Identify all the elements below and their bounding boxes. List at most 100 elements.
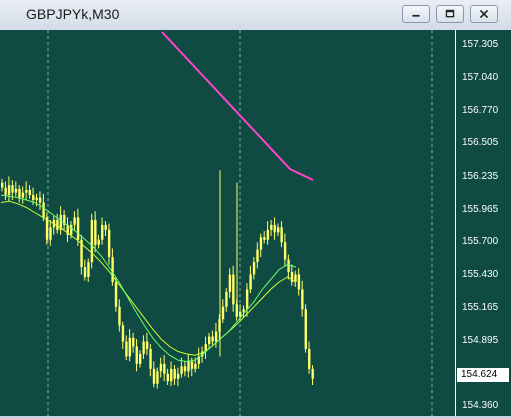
candle-body (1, 182, 4, 188)
candle-body (249, 274, 252, 290)
candle-body (18, 188, 21, 198)
candle-body (7, 185, 11, 196)
candle-body (90, 219, 94, 263)
candle-body (239, 311, 242, 317)
candle-body (252, 262, 256, 275)
close-icon (479, 9, 489, 19)
tick-label: 155.700 (462, 236, 499, 247)
candle-body (194, 363, 197, 369)
candle-body (311, 368, 314, 379)
candle-body (287, 259, 290, 273)
candle-body (266, 229, 270, 240)
candle-body (232, 274, 235, 305)
tick-label: 155.165 (462, 302, 499, 313)
candle-body (170, 368, 173, 382)
candle-body (280, 227, 283, 243)
tick-label: 156.505 (462, 137, 499, 148)
candle-body (104, 224, 107, 230)
close-button[interactable] (470, 5, 498, 23)
candle-body (180, 366, 183, 374)
candle-body (132, 337, 135, 347)
trend-line (161, 31, 314, 181)
candle-body (94, 219, 97, 245)
candle-body (149, 348, 152, 369)
candle-body (159, 363, 163, 372)
tick-label: 156.235 (462, 171, 499, 182)
candle-body (25, 190, 28, 193)
candle-body (163, 363, 166, 374)
tick-label: 154.360 (462, 400, 499, 411)
axis-divider (455, 30, 456, 416)
candle-body (283, 242, 287, 260)
candle-body (259, 237, 263, 250)
candle-body (142, 341, 145, 354)
candle-body (263, 237, 266, 240)
candle-body (301, 289, 304, 310)
candle-body (156, 371, 159, 384)
tick-label: 157.040 (462, 72, 499, 83)
candle-body (35, 197, 38, 201)
candle-body (11, 185, 14, 193)
candle-body (190, 361, 194, 369)
candle-body (21, 192, 25, 198)
candle-body (4, 187, 7, 196)
price-chart[interactable] (0, 30, 455, 416)
candle-body (49, 227, 52, 240)
candle-body (270, 224, 273, 230)
window-title: GBPJPYk,M30 (26, 6, 120, 22)
candle-body (176, 373, 180, 379)
candle-body (166, 373, 169, 382)
price-axis[interactable]: 157.305 157.040 156.770 156.505 156.235 … (455, 30, 511, 416)
candle-body (145, 341, 149, 349)
candle-body (125, 341, 128, 357)
candle-body (183, 366, 187, 372)
candle-body (208, 336, 211, 345)
restore-icon (445, 9, 455, 18)
chart-window: GBPJPYk,M30 157.305 157.040 156.770 156.… (0, 0, 511, 419)
candle-body (70, 224, 73, 235)
candle-body (214, 331, 218, 342)
candle-body (173, 368, 176, 379)
candle-body (228, 274, 232, 292)
candle-body (97, 239, 100, 245)
current-price-label: 154.624 (457, 368, 509, 382)
candle-body (304, 309, 307, 349)
candle-body (152, 368, 156, 384)
candle-body (38, 197, 42, 203)
candle-body (114, 281, 118, 307)
candle-body (73, 217, 76, 225)
candle-body (297, 274, 301, 290)
candle-body (83, 267, 87, 277)
tick-label: 157.305 (462, 39, 499, 50)
tick-label: 155.965 (462, 204, 499, 215)
chart-canvas (0, 30, 433, 416)
candle-body (256, 249, 259, 263)
candle-body (14, 188, 18, 193)
candle-body (76, 217, 80, 240)
candle-body (245, 289, 249, 310)
candle-body (221, 306, 225, 320)
candle-body (277, 227, 280, 233)
candle-body (28, 190, 31, 196)
minimize-icon (412, 14, 420, 17)
tick-label: 154.895 (462, 335, 499, 346)
candle-body (42, 202, 45, 218)
minimize-button[interactable] (402, 5, 430, 23)
candle-body (211, 336, 214, 342)
title-bar[interactable]: GBPJPYk,M30 (0, 0, 511, 30)
candle-body (273, 224, 276, 233)
trend-line-segment (161, 31, 314, 181)
candle-body (135, 346, 138, 364)
candle-body (121, 325, 125, 342)
candle-body (107, 229, 111, 258)
restore-button[interactable] (436, 5, 464, 23)
candle-body (225, 291, 228, 307)
candle-body (118, 306, 121, 326)
candle-body (128, 337, 132, 357)
candle-body (139, 353, 142, 364)
candle-body (187, 361, 190, 372)
candle-body (242, 309, 245, 312)
candle-body (101, 224, 104, 240)
candle-body (308, 348, 311, 369)
candle-body (111, 257, 114, 282)
